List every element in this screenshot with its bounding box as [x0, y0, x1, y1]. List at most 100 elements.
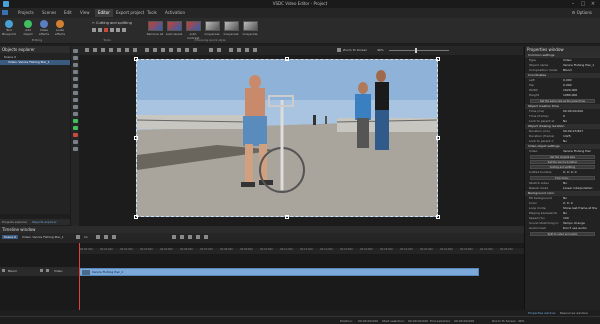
- align-center-icon[interactable]: [237, 48, 241, 52]
- fast-forward-icon[interactable]: [196, 235, 200, 239]
- maximize-button[interactable]: □: [580, 1, 586, 7]
- tab-objects-explorer[interactable]: Objects explorer: [32, 220, 57, 224]
- flip-icon[interactable]: [169, 48, 173, 52]
- tool-small-icon[interactable]: [92, 28, 96, 32]
- zoom-tool-icon[interactable]: [72, 63, 78, 67]
- align-icon[interactable]: [93, 48, 97, 52]
- move-up-icon[interactable]: [209, 48, 213, 52]
- minimize-button[interactable]: –: [570, 1, 576, 7]
- menu-edit[interactable]: Edit: [64, 10, 72, 15]
- menu-tools[interactable]: Tools: [147, 10, 157, 15]
- font-icon[interactable]: [161, 48, 165, 52]
- resize-handle-t[interactable]: [285, 57, 289, 61]
- pointer-tool-icon[interactable]: [72, 49, 78, 53]
- cutting-splitting-prop-button[interactable]: Cutting and splitting: [530, 165, 595, 169]
- marker-icon[interactable]: [112, 235, 116, 239]
- quick-style-thumb-2[interactable]: [186, 21, 201, 31]
- tool-small-icon[interactable]: [116, 28, 120, 32]
- rectangle-tool-icon[interactable]: [72, 84, 78, 88]
- quick-style-thumb-5[interactable]: [243, 21, 258, 31]
- group-icon[interactable]: [125, 48, 129, 52]
- audio-effects-button[interactable]: Audio effects: [53, 20, 67, 36]
- loop-icon[interactable]: [204, 235, 208, 239]
- hand-tool-icon[interactable]: [72, 56, 78, 60]
- audio-tool-icon[interactable]: [72, 112, 78, 116]
- lock-icon[interactable]: [117, 48, 121, 52]
- color-icon[interactable]: [145, 48, 149, 52]
- snap-icon[interactable]: [101, 48, 105, 52]
- move-down-icon[interactable]: [217, 48, 221, 52]
- zoom-slider[interactable]: [389, 50, 449, 51]
- resize-handle-tr[interactable]: [436, 57, 440, 61]
- stop-icon[interactable]: [96, 235, 100, 239]
- align-left-icon[interactable]: [229, 48, 233, 52]
- tool-blueprint-button[interactable]: Tool Blueprint: [2, 20, 16, 36]
- text-tool-icon[interactable]: [72, 77, 78, 81]
- options-menu[interactable]: ⚙ Options: [572, 10, 592, 15]
- menu-view[interactable]: View: [80, 10, 90, 15]
- zoom-slider-thumb[interactable]: [415, 48, 417, 53]
- rewind-icon[interactable]: [172, 235, 176, 239]
- crop-icon[interactable]: [185, 48, 189, 52]
- rotate-icon[interactable]: [177, 48, 181, 52]
- tool-small-icon[interactable]: [122, 28, 126, 32]
- step-forward-icon[interactable]: [188, 235, 192, 239]
- transform-icon[interactable]: [193, 48, 197, 52]
- play-icon[interactable]: [76, 235, 80, 239]
- track-lock-icon[interactable]: [40, 269, 43, 272]
- sprite-tool-icon[interactable]: [72, 126, 78, 130]
- menu-projects[interactable]: Projects: [18, 10, 34, 15]
- app-menu-icon[interactable]: [2, 10, 8, 15]
- timeline-ruler[interactable]: 00:00:000 00:01:200 00:02:400 00:03:600 00:0…: [80, 248, 524, 254]
- chart-tool-icon[interactable]: [72, 119, 78, 123]
- quick-style-thumb-0[interactable]: [148, 21, 163, 31]
- ellipse-tool-icon[interactable]: [72, 91, 78, 95]
- crop-tools-button[interactable]: Crop tools...: [530, 176, 595, 180]
- video-tool-icon[interactable]: [72, 105, 78, 109]
- quick-style-thumb-3[interactable]: [205, 21, 220, 31]
- tree-item-video[interactable]: Video: Venice Fishing Pier_1: [0, 60, 70, 65]
- zoom-fit-icon[interactable]: [337, 48, 341, 52]
- breadcrumb-video[interactable]: Video: Venice Fishing Pier_1: [22, 235, 64, 239]
- resize-handle-tl[interactable]: [134, 57, 138, 61]
- animation-tool-icon[interactable]: [72, 133, 78, 137]
- layers-icon[interactable]: [109, 48, 113, 52]
- zoom-mode-dropdown[interactable]: Zoom To Screen: [343, 48, 367, 52]
- tool-small-icon[interactable]: [110, 28, 114, 32]
- zoom-percent-dropdown[interactable]: 46%: [377, 48, 384, 52]
- cutting-splitting-button[interactable]: ✂ Cutting and splitting: [92, 21, 132, 25]
- resize-handle-br[interactable]: [436, 215, 440, 219]
- menu-scenes[interactable]: Scenes: [42, 10, 56, 15]
- resize-handle-r[interactable]: [436, 136, 440, 140]
- distribute-icon[interactable]: [253, 48, 257, 52]
- menu-editor[interactable]: Editor: [95, 9, 113, 17]
- stroke-icon[interactable]: [153, 48, 157, 52]
- track-mute-icon[interactable]: [46, 269, 49, 272]
- ungroup-icon[interactable]: [133, 48, 137, 52]
- set-source-duration-button[interactable]: Set the source duration: [530, 160, 595, 164]
- step-back-icon[interactable]: [180, 235, 184, 239]
- close-button[interactable]: ×: [590, 1, 596, 7]
- align-right-icon[interactable]: [245, 48, 249, 52]
- menu-export-project[interactable]: Export project: [116, 10, 144, 15]
- video-effects-button[interactable]: Video effects: [37, 20, 51, 36]
- track-mode[interactable]: Blend: [8, 269, 17, 273]
- video-clip[interactable]: Venice Fishing Pier_1: [79, 268, 479, 276]
- free-text-tool-icon[interactable]: [72, 140, 78, 144]
- quick-style-thumb-1[interactable]: [167, 21, 182, 31]
- split-video-audio-button[interactable]: Split to video and audio: [530, 232, 595, 236]
- image-tool-icon[interactable]: [72, 98, 78, 102]
- same-size-as-parent-button[interactable]: Set the same size as the parent has: [530, 99, 595, 103]
- video-frame[interactable]: [136, 59, 438, 217]
- resize-handle-bl[interactable]: [134, 215, 138, 219]
- shape-tool-icon[interactable]: [72, 70, 78, 74]
- subtitle-tool-icon[interactable]: [72, 147, 78, 151]
- playhead[interactable]: [79, 243, 80, 310]
- resize-handle-l[interactable]: [134, 136, 138, 140]
- set-original-size-button[interactable]: Set the original size: [530, 155, 595, 159]
- track-visibility-icon[interactable]: [2, 269, 5, 272]
- record-icon[interactable]: [104, 235, 108, 239]
- tab-properties-window[interactable]: Properties window: [528, 311, 556, 315]
- tab-projects-explorer[interactable]: Projects explorer: [2, 220, 27, 224]
- tool-small-icon[interactable]: [104, 28, 108, 32]
